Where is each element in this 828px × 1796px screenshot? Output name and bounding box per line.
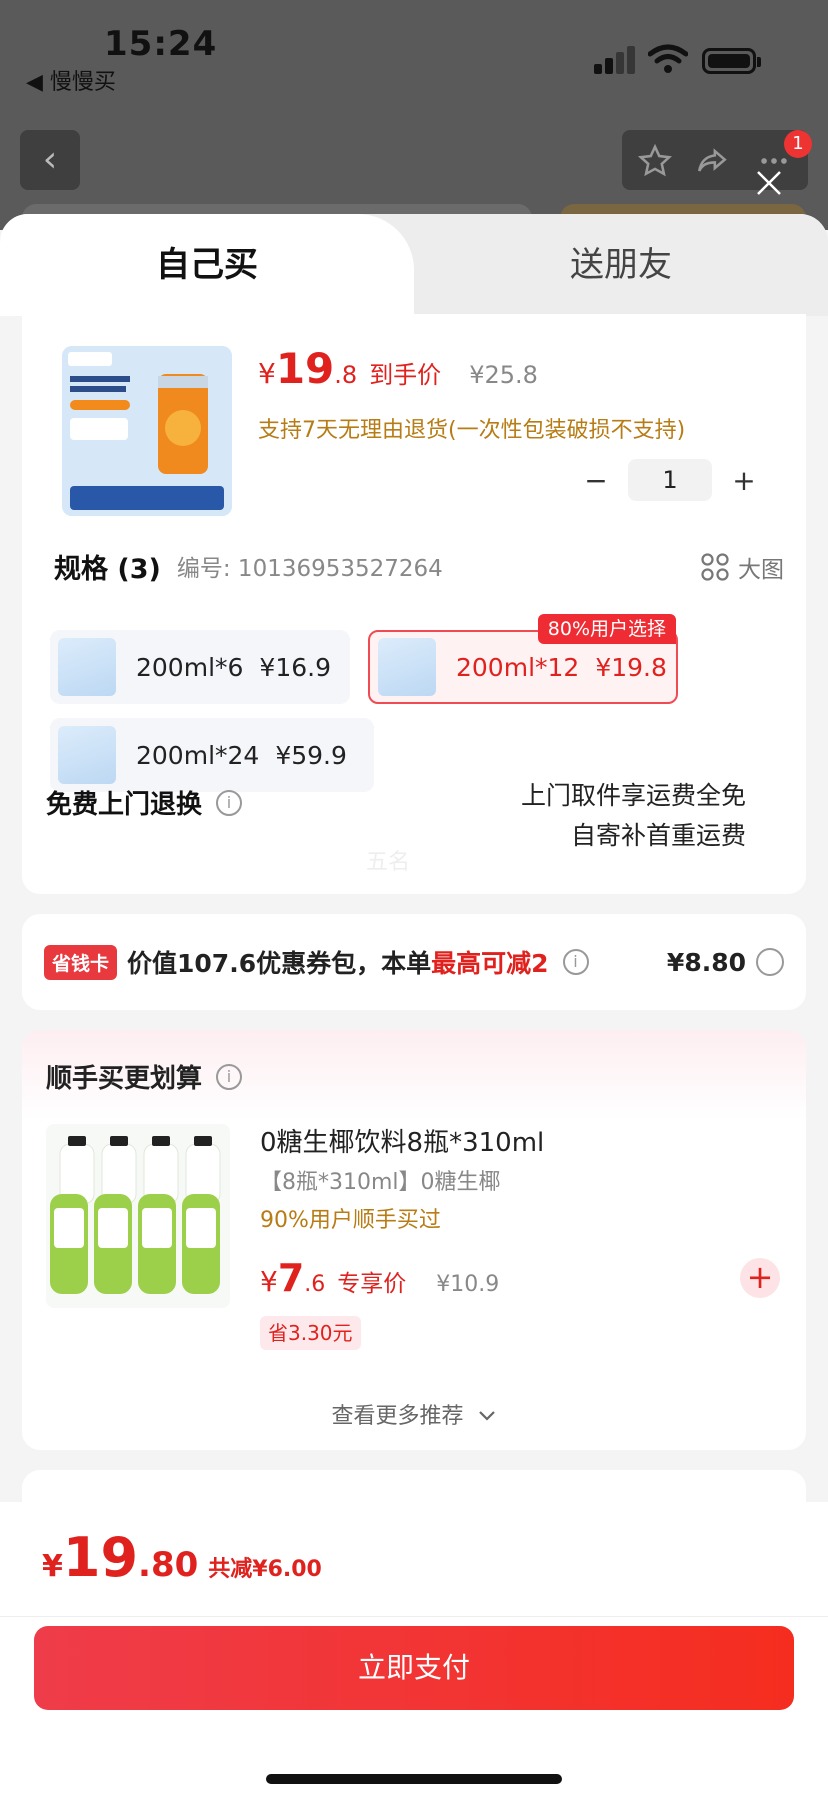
spec-header: 规格 (3) 编号: 10136953527264 大图: [54, 546, 784, 586]
spec-thumbnail: [58, 726, 116, 784]
spec-thumbnail: [58, 638, 116, 696]
coupon-highlight: 最高可减2: [431, 949, 549, 978]
share-icon[interactable]: [694, 144, 730, 178]
total-integer: 19: [62, 1526, 139, 1589]
more-recommendations-link[interactable]: 查看更多推荐: [22, 1398, 806, 1430]
spec-size: 200ml*12: [456, 652, 580, 682]
price-decimal: .6: [304, 1272, 326, 1297]
addon-product-image: [46, 1124, 230, 1308]
spec-price: ¥59.9: [275, 740, 347, 770]
notification-badge: 1: [784, 130, 812, 158]
savings-card-tag: 省钱卡: [44, 944, 118, 980]
spec-title: 规格 (3): [54, 553, 161, 585]
big-view-label: 大图: [738, 557, 784, 583]
info-icon[interactable]: i: [216, 789, 243, 816]
free-return-row[interactable]: 免费上门退换 i: [46, 784, 243, 821]
product-number: 编号: 10136953527264: [176, 556, 443, 582]
spec-size: 200ml*24: [136, 740, 260, 770]
grid-icon: [701, 553, 729, 581]
qty-plus-button[interactable]: +: [724, 464, 764, 497]
spec-size: 200ml*6: [136, 652, 244, 682]
return-line-1: 上门取件享运费全免: [520, 781, 746, 810]
spec-option[interactable]: 200ml*24 ¥59.9: [50, 718, 374, 792]
addon-price: ¥ 7 .6 专享价 ¥10.9: [260, 1256, 499, 1300]
signal-icon: [594, 46, 636, 74]
savings-chip: 省3.30元: [260, 1316, 361, 1350]
spec-thumbnail: [378, 638, 436, 696]
spec-price: ¥16.9: [259, 652, 331, 682]
chevron-down-icon: [478, 1411, 495, 1421]
plus-icon[interactable]: +: [740, 1258, 780, 1298]
price-currency: ¥: [260, 1265, 278, 1298]
coupon-amount: ¥8.80: [666, 947, 746, 977]
status-time: 15:24: [104, 24, 218, 64]
price-decimal: .8: [334, 361, 358, 389]
info-icon[interactable]: i: [216, 1063, 243, 1090]
return-shipping-note: 上门取件享运费全免 自寄补首重运费: [521, 776, 746, 856]
tab-send-to-friend[interactable]: 送朋友: [414, 214, 828, 316]
quantity-stepper: − 1 +: [576, 459, 764, 501]
addon-title: 顺手买更划算 i: [46, 1058, 243, 1095]
total-price: ¥ 19 .80 共减¥6.00: [42, 1526, 322, 1589]
price-integer: 7: [277, 1256, 305, 1300]
product-card: ¥ 19 .8 到手价 ¥25.8 支持7天无理由退货(一次性包装破损不支持) …: [22, 314, 806, 894]
back-to-app-link[interactable]: ◀ 慢慢买: [26, 64, 116, 96]
addon-product-spec: 【8瓶*310ml】0糖生椰: [260, 1170, 501, 1195]
star-icon[interactable]: [638, 144, 672, 178]
spec-option[interactable]: 200ml*6 ¥16.9: [50, 630, 350, 704]
more-recommendations-label: 查看更多推荐: [331, 1404, 464, 1429]
addon-popularity: 90%用户顺手买过: [260, 1208, 441, 1233]
price-integer: 19: [275, 344, 335, 393]
total-decimal: .80: [138, 1545, 199, 1585]
free-return-label: 免费上门退换: [46, 790, 203, 820]
battery-icon: [702, 48, 761, 74]
addon-title-text: 顺手买更划算: [46, 1064, 203, 1094]
qty-minus-button[interactable]: −: [576, 464, 616, 497]
info-icon[interactable]: i: [562, 949, 589, 975]
popular-choice-badge: 80%用户选择: [537, 614, 676, 644]
product-image: [62, 346, 232, 516]
pay-now-button[interactable]: 立即支付: [34, 1626, 794, 1710]
addon-product-name[interactable]: 0糖生椰饮料8瓶*310ml: [260, 1122, 544, 1159]
watermark-text: 五名: [366, 850, 411, 875]
spec-option-selected[interactable]: 200ml*12 ¥19.8 80%用户选择: [368, 614, 678, 704]
price-label: 专享价: [337, 1271, 407, 1297]
spec-price: ¥19.8: [595, 652, 667, 682]
coupon-card[interactable]: 省钱卡 价值107.6优惠券包，本单 最高可减2 i ¥8.80: [22, 914, 806, 1010]
coupon-radio[interactable]: [756, 948, 784, 976]
product-price: ¥ 19 .8 到手价 ¥25.8: [258, 344, 538, 394]
big-view-button[interactable]: 大图: [700, 550, 784, 584]
tab-buy-for-self[interactable]: 自己买: [0, 214, 414, 316]
close-icon[interactable]: [754, 168, 784, 198]
total-currency: ¥: [42, 1549, 63, 1584]
background-page: 15:24 ◀ 慢慢买 ‹ 1: [0, 0, 828, 230]
qty-input[interactable]: 1: [628, 459, 712, 501]
addon-card: 顺手买更划算 i 0糖生椰饮料8瓶*310ml 【8瓶*310ml】0糖生椰 9…: [22, 1030, 806, 1450]
home-indicator: [266, 1774, 562, 1784]
wifi-icon: [648, 44, 688, 73]
status-bar: 15:24 ◀ 慢慢买: [0, 0, 828, 95]
price-currency: ¥: [258, 357, 276, 390]
original-price: ¥10.9: [436, 1272, 500, 1297]
coupon-text: 价值107.6优惠券包，本单: [127, 949, 432, 978]
checkout-bar: ¥ 19 .80 共减¥6.00 立即支付: [0, 1502, 828, 1796]
tab-bar: 自己买 送朋友: [0, 214, 828, 316]
return-line-2: 自寄补首重运费: [570, 821, 746, 850]
price-label: 到手价: [369, 361, 442, 389]
original-price: ¥25.8: [469, 361, 538, 389]
total-savings: 共减¥6.00: [208, 1557, 322, 1582]
back-icon[interactable]: ‹: [20, 130, 80, 190]
divider: [0, 1616, 828, 1617]
return-policy-note: 支持7天无理由退货(一次性包装破损不支持): [258, 418, 686, 443]
